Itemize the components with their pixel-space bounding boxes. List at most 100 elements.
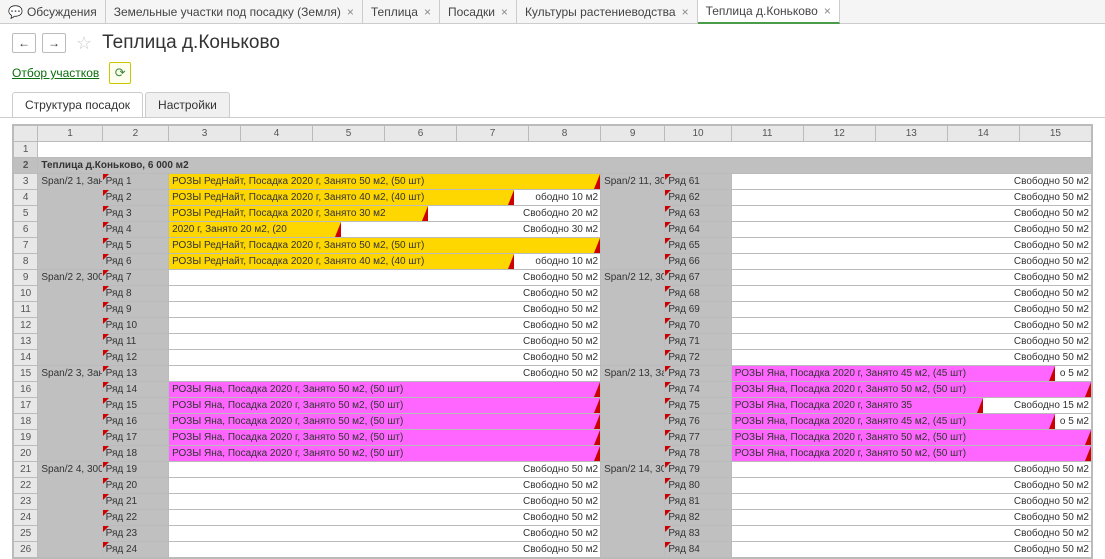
tab[interactable]: Теплица× (363, 0, 440, 24)
row-label[interactable]: Ряд 63 (665, 206, 731, 222)
row-label[interactable]: Ряд 79 (665, 462, 731, 478)
data-cell[interactable]: Свободно 50 м2 (169, 366, 601, 382)
data-cell[interactable]: Свободно 50 м2 (169, 542, 601, 558)
data-cell[interactable]: Свободно 50 м2 (731, 350, 1091, 366)
data-cell[interactable]: Свободно 50 м2 (731, 542, 1091, 558)
span-cell[interactable]: Span/2 13, Занято 270 м2, (270 шт) (601, 366, 665, 462)
row-label[interactable]: Ряд 9 (102, 302, 168, 318)
data-cell[interactable]: РОЗЫ Яна, Посадка 2020 г, Занято 50 м2, … (169, 398, 601, 414)
data-cell[interactable]: РОЗЫ Яна, Посадка 2020 г, Занято 50 м2, … (731, 446, 1091, 462)
planting-bar[interactable]: РОЗЫ РедНайт, Посадка 2020 г, Занято 50 … (169, 238, 600, 253)
planting-bar[interactable]: РОЗЫ Яна, Посадка 2020 г, Занято 50 м2, … (732, 382, 1091, 397)
row-label[interactable]: Ряд 2 (102, 190, 168, 206)
star-icon[interactable]: ☆ (76, 33, 92, 54)
data-cell[interactable]: Свободно 50 м2 (731, 238, 1091, 254)
span-cell[interactable]: Span/2 12, 300 м2 (601, 270, 665, 366)
data-cell[interactable]: Свободно 50 м2 (731, 526, 1091, 542)
data-cell[interactable]: РОЗЫ Яна, Посадка 2020 г, Занято 50 м2, … (731, 382, 1091, 398)
data-cell[interactable]: Свободно 50 м2 (169, 510, 601, 526)
column-header[interactable]: 12 (803, 126, 875, 142)
data-cell[interactable]: РОЗЫ Яна, Посадка 2020 г, Занято 50 м2, … (169, 430, 601, 446)
data-cell[interactable]: РОЗЫ Яна, Посадка 2020 г, Занято 45 м2, … (731, 414, 1091, 430)
greenhouse-header[interactable]: Теплица д.Коньково, 6 000 м2 (38, 158, 1092, 174)
row-label[interactable]: Ряд 5 (102, 238, 168, 254)
column-header[interactable]: 6 (385, 126, 457, 142)
column-header[interactable]: 10 (665, 126, 731, 142)
data-cell[interactable]: Свободно 50 м2 (169, 318, 601, 334)
row-label[interactable]: Ряд 19 (102, 462, 168, 478)
span-cell[interactable]: Span/2 4, 300 м2 (38, 462, 102, 558)
span-cell[interactable]: Span/2 3, Занято 250 м2, (250 шт) (38, 366, 102, 462)
row-label[interactable]: Ряд 14 (102, 382, 168, 398)
planting-bar[interactable]: 2020 г, Занято 20 м2, (20 (169, 222, 341, 237)
data-cell[interactable]: Свободно 50 м2 (169, 494, 601, 510)
row-label[interactable]: Ряд 70 (665, 318, 731, 334)
row-label[interactable]: Ряд 80 (665, 478, 731, 494)
data-cell[interactable]: Свободно 50 м2 (731, 334, 1091, 350)
data-cell[interactable]: Свободно 50 м2 (169, 286, 601, 302)
row-label[interactable]: Ряд 24 (102, 542, 168, 558)
row-label[interactable]: Ряд 13 (102, 366, 168, 382)
data-cell[interactable]: Свободно 50 м2 (731, 270, 1091, 286)
data-cell[interactable]: Свободно 50 м2 (731, 222, 1091, 238)
tab[interactable]: Культуры растениеводства× (517, 0, 698, 24)
data-cell[interactable]: РОЗЫ РедНайт, Посадка 2020 г, Занято 50 … (169, 174, 601, 190)
planting-bar[interactable]: РОЗЫ РедНайт, Посадка 2020 г, Занято 40 … (169, 254, 514, 269)
data-cell[interactable]: Свободно 50 м2 (731, 318, 1091, 334)
data-cell[interactable]: РОЗЫ Яна, Посадка 2020 г, Занято 35Свобо… (731, 398, 1091, 414)
forward-button[interactable]: → (42, 33, 66, 53)
close-icon[interactable]: × (682, 5, 689, 19)
row-label[interactable]: Ряд 22 (102, 510, 168, 526)
data-cell[interactable]: РОЗЫ Яна, Посадка 2020 г, Занято 50 м2, … (169, 414, 601, 430)
column-header[interactable]: 13 (875, 126, 947, 142)
row-label[interactable]: Ряд 74 (665, 382, 731, 398)
row-label[interactable]: Ряд 82 (665, 510, 731, 526)
row-label[interactable]: Ряд 15 (102, 398, 168, 414)
planting-bar[interactable]: РОЗЫ Яна, Посадка 2020 г, Занято 50 м2, … (169, 382, 600, 397)
tab[interactable]: Земельные участки под посадку (Земля)× (106, 0, 363, 24)
data-cell[interactable]: РОЗЫ РедНайт, Посадка 2020 г, Занято 30 … (169, 206, 601, 222)
row-label[interactable]: Ряд 76 (665, 414, 731, 430)
row-label[interactable]: Ряд 73 (665, 366, 731, 382)
data-cell[interactable]: Свободно 50 м2 (731, 510, 1091, 526)
tab[interactable]: Теплица д.Коньково× (698, 0, 840, 24)
data-cell[interactable]: РОЗЫ Яна, Посадка 2020 г, Занято 50 м2, … (169, 446, 601, 462)
column-header[interactable]: 15 (1019, 126, 1091, 142)
column-header[interactable]: 3 (169, 126, 241, 142)
row-label[interactable]: Ряд 12 (102, 350, 168, 366)
column-header[interactable]: 4 (241, 126, 313, 142)
data-cell[interactable]: Свободно 50 м2 (169, 302, 601, 318)
data-cell[interactable]: Свободно 50 м2 (731, 494, 1091, 510)
back-button[interactable]: ← (12, 33, 36, 53)
data-cell[interactable]: 2020 г, Занято 20 м2, (20Свободно 30 м2 (169, 222, 601, 238)
row-label[interactable]: Ряд 69 (665, 302, 731, 318)
row-label[interactable]: Ряд 21 (102, 494, 168, 510)
column-header[interactable]: 8 (529, 126, 601, 142)
row-label[interactable]: Ряд 11 (102, 334, 168, 350)
close-icon[interactable]: × (347, 5, 354, 19)
row-label[interactable]: Ряд 83 (665, 526, 731, 542)
row-label[interactable]: Ряд 4 (102, 222, 168, 238)
grid-cell[interactable] (38, 142, 1092, 158)
data-cell[interactable]: Свободно 50 м2 (731, 302, 1091, 318)
row-label[interactable]: Ряд 18 (102, 446, 168, 462)
planting-bar[interactable]: РОЗЫ РедНайт, Посадка 2020 г, Занято 50 … (169, 174, 600, 189)
planting-bar[interactable]: РОЗЫ Яна, Посадка 2020 г, Занято 50 м2, … (732, 446, 1091, 461)
span-cell[interactable]: Span/2 11, 300 м2 (601, 174, 665, 270)
tab[interactable]: 💬Обсуждения (0, 0, 106, 24)
data-cell[interactable]: РОЗЫ РедНайт, Посадка 2020 г, Занято 40 … (169, 254, 601, 270)
row-label[interactable]: Ряд 10 (102, 318, 168, 334)
data-cell[interactable]: Свободно 50 м2 (731, 462, 1091, 478)
data-cell[interactable]: Свободно 50 м2 (169, 350, 601, 366)
row-label[interactable]: Ряд 16 (102, 414, 168, 430)
row-label[interactable]: Ряд 66 (665, 254, 731, 270)
span-cell[interactable]: Span/2 14, 300 м2 (601, 462, 665, 558)
row-label[interactable]: Ряд 67 (665, 270, 731, 286)
data-cell[interactable]: Свободно 50 м2 (169, 526, 601, 542)
close-icon[interactable]: × (501, 5, 508, 19)
data-cell[interactable]: РОЗЫ РедНайт, Посадка 2020 г, Занято 50 … (169, 238, 601, 254)
column-header[interactable]: 14 (947, 126, 1019, 142)
row-label[interactable]: Ряд 20 (102, 478, 168, 494)
row-label[interactable]: Ряд 75 (665, 398, 731, 414)
data-cell[interactable]: Свободно 50 м2 (731, 174, 1091, 190)
